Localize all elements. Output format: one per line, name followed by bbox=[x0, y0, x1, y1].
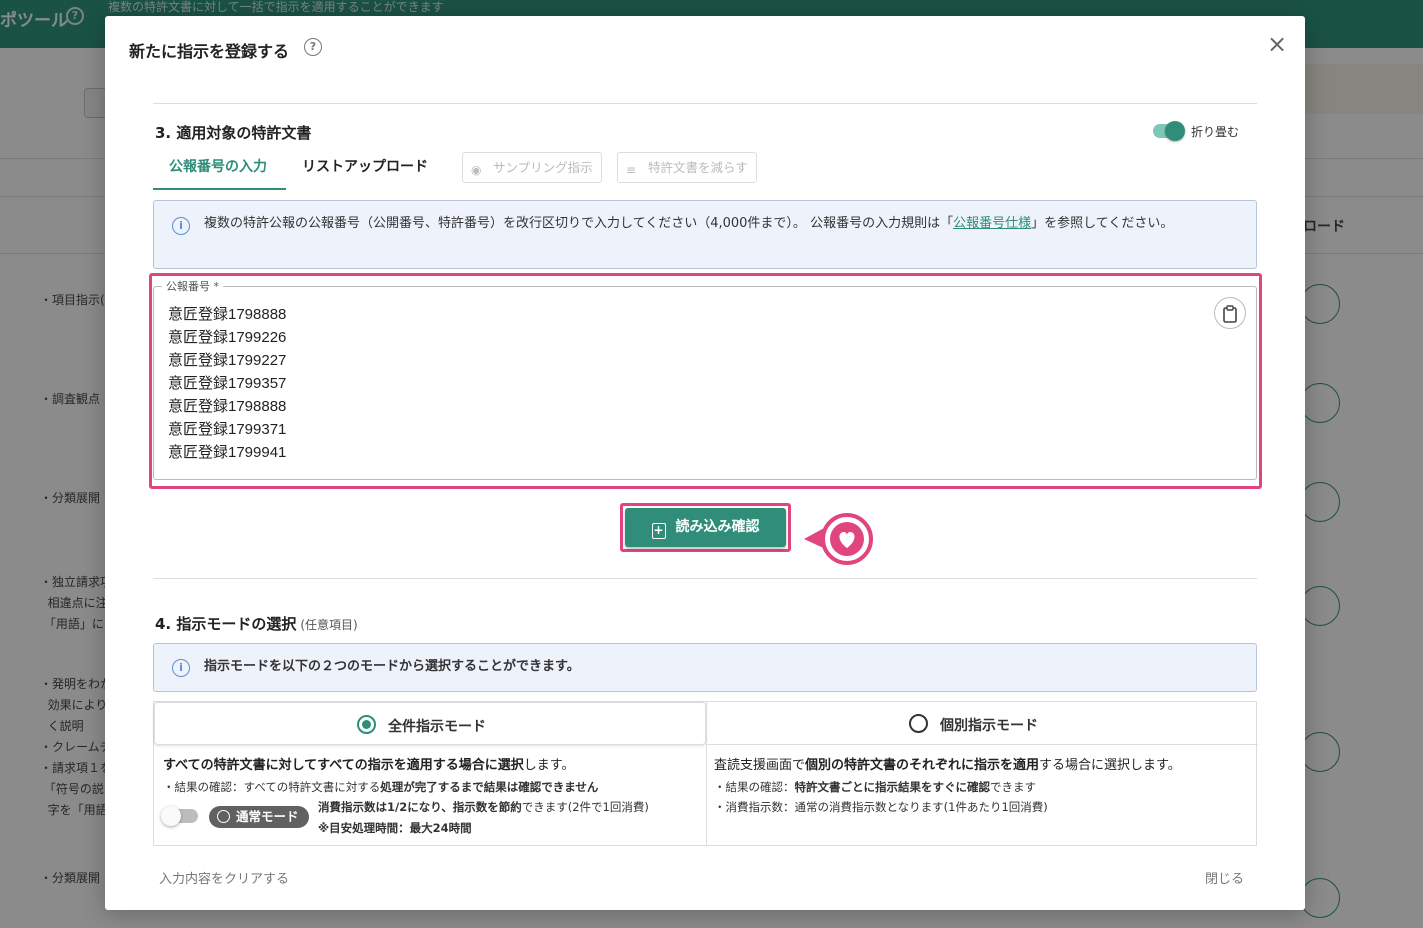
number-line: 意匠登録1799226 bbox=[168, 329, 287, 346]
close-icon[interactable]: × bbox=[1265, 32, 1289, 56]
mode-description: 査読支援画面で個別の特許文書のそれぞれに指示を適用する場合に選択します。 bbox=[714, 754, 1181, 773]
note-strong: 消費指示数は1/2になり、指示数を節約 bbox=[318, 800, 522, 814]
note-text: ・結果の確認： bbox=[714, 780, 795, 794]
mode-result-note: ・結果の確認：すべての特許文書に対する処理が完了するまで結果は確認できません bbox=[163, 779, 598, 795]
desc-strong: 個別の特許文書のそれぞれに指示を適用 bbox=[805, 758, 1040, 773]
info-text: 複数の特許公報の公報番号（公開番号、特許番号）を改行区切りで入力してください（4… bbox=[204, 214, 1228, 234]
tab-list-upload[interactable]: リストアップロード bbox=[302, 156, 428, 176]
divider bbox=[706, 745, 707, 845]
publication-number-textarea[interactable]: 公報番号 * 意匠登録1798888 意匠登録1799226 意匠登録17992… bbox=[153, 278, 1257, 480]
file-plus-icon: + bbox=[651, 523, 666, 539]
sampling-button-label: サンプリング指示 bbox=[493, 160, 593, 175]
badge-label: 通常モード bbox=[236, 809, 299, 824]
info-banner: i 複数の特許公報の公報番号（公開番号、特許番号）を改行区切りで入力してください… bbox=[153, 200, 1257, 269]
mode-option-all[interactable]: 全件指示モード bbox=[154, 702, 706, 745]
list-remove-icon: ≡ bbox=[626, 163, 637, 177]
info-text-part: 複数の特許公報の公報番号（公開番号、特許番号）を改行区切りで入力してください（4… bbox=[204, 216, 954, 231]
mode-option-individual[interactable]: 個別指示モード bbox=[706, 702, 1258, 745]
number-line: 意匠登録1798888 bbox=[168, 306, 287, 323]
tab-publication-number[interactable]: 公報番号の入力 bbox=[169, 156, 267, 176]
desc-text: します。 bbox=[523, 758, 575, 773]
dialog-title: 新たに指示を登録する bbox=[129, 42, 290, 61]
desc-strong: すべての特許文書に対してすべての指示を適用する場合に選択 bbox=[163, 758, 524, 773]
heart-pointer-icon bbox=[804, 513, 873, 565]
info-text: 指示モードを以下の２つのモードから選択することができます。 bbox=[204, 659, 580, 674]
help-icon[interactable]: ? bbox=[304, 38, 322, 56]
info-banner: i 指示モードを以下の２つのモードから選択することができます。 bbox=[153, 643, 1257, 692]
number-line: 意匠登録1799227 bbox=[168, 352, 287, 369]
textarea-content[interactable]: 意匠登録1798888 意匠登録1799226 意匠登録1799227 意匠登録… bbox=[168, 303, 286, 464]
section-title: 3. 適用対象の特許文書 bbox=[155, 124, 312, 142]
sampling-button[interactable]: ◉ サンプリング指示 bbox=[462, 152, 602, 183]
number-line: 意匠登録1799941 bbox=[168, 444, 287, 461]
number-line: 意匠登録1799357 bbox=[168, 375, 287, 392]
note-strong: 特許文書ごとに指示結果をすぐに確認 bbox=[794, 780, 991, 794]
mode-cost-note: ・消費指示数：通常の消費指示数となります(1件あたり1回消費) bbox=[714, 800, 1048, 814]
load-button-label: 読み込み確認 bbox=[675, 519, 760, 535]
clipboard-icon[interactable] bbox=[1214, 297, 1246, 329]
eye-icon: ◉ bbox=[471, 163, 482, 177]
radio-unselected[interactable] bbox=[909, 714, 928, 733]
mode-selector: 全件指示モード 個別指示モード すべての特許文書に対してすべての指示を適用する場… bbox=[153, 701, 1258, 846]
field-label: 公報番号 * bbox=[162, 278, 223, 294]
mode-result-note: ・結果の確認：特許文書ごとに指示結果をすぐに確認できます bbox=[714, 779, 1036, 795]
tab-indicator bbox=[153, 188, 286, 190]
reduce-button-label: 特許文書を減らす bbox=[648, 160, 748, 175]
number-line: 意匠登録1799371 bbox=[168, 421, 287, 438]
info-text-part: 」を参照してください。 bbox=[1031, 216, 1174, 231]
reduce-documents-button[interactable]: ≡ 特許文書を減らす bbox=[617, 152, 757, 183]
register-instruction-dialog: 新たに指示を登録する ? × 3. 適用対象の特許文書 折り畳む 公報番号の入力… bbox=[105, 16, 1305, 910]
section-title-text: 4. 指示モードの選択 bbox=[155, 615, 297, 633]
normal-mode-badge: 通常モード bbox=[209, 806, 309, 828]
note-text: できます bbox=[990, 780, 1036, 794]
section-title: 4. 指示モードの選択 (任意項目) bbox=[155, 613, 358, 634]
number-line: 意匠登録1798888 bbox=[168, 398, 287, 415]
radio-selected[interactable] bbox=[357, 715, 376, 734]
gauge-icon bbox=[217, 810, 230, 823]
optional-label: (任意項目) bbox=[300, 618, 358, 632]
divider bbox=[153, 578, 1257, 579]
note-strong: 処理が完了するまで結果は確認できません bbox=[380, 780, 599, 794]
normal-mode-toggle[interactable] bbox=[161, 806, 198, 826]
collapse-toggle[interactable] bbox=[1153, 121, 1185, 141]
spec-link[interactable]: 公報番号仕様 bbox=[953, 216, 1031, 231]
mode-time-note: ※目安処理時間：最大24時間 bbox=[318, 821, 472, 835]
collapse-label: 折り畳む bbox=[1191, 125, 1240, 139]
note-text: できます(2件で1回消費) bbox=[521, 800, 649, 814]
note-text: ・結果の確認：すべての特許文書に対する bbox=[163, 780, 381, 794]
desc-text: 査読支援画面で bbox=[714, 758, 806, 773]
load-confirm-button[interactable]: + 読み込み確認 bbox=[625, 508, 786, 547]
desc-text: する場合に選択します。 bbox=[1039, 758, 1181, 773]
mode-label: 全件指示モード bbox=[388, 719, 486, 735]
info-icon: i bbox=[172, 217, 190, 235]
clear-input-button[interactable]: 入力内容をクリアする bbox=[159, 868, 289, 887]
divider bbox=[153, 103, 1257, 104]
info-icon: i bbox=[172, 659, 190, 677]
mode-description: すべての特許文書に対してすべての指示を適用する場合に選択します。 bbox=[163, 754, 574, 773]
mode-label: 個別指示モード bbox=[940, 718, 1038, 734]
mode-cost-note: 消費指示数は1/2になり、指示数を節約できます(2件で1回消費) bbox=[318, 799, 649, 815]
close-button[interactable]: 閉じる bbox=[1205, 868, 1244, 887]
